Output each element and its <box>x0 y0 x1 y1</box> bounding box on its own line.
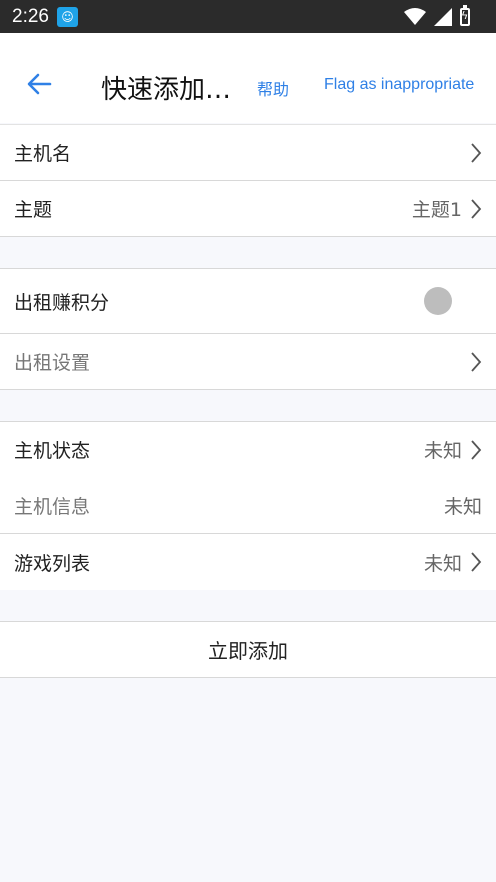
status-bar: 2:26 ☺ ϟ <box>0 0 496 33</box>
help-button[interactable]: 帮助 <box>257 76 289 100</box>
add-now-button[interactable]: 立即添加 <box>0 621 496 678</box>
page-title: 快速添加… <box>101 75 232 105</box>
flag-inappropriate-button[interactable]: Flag as inappropriate <box>324 76 474 94</box>
host-status-value: 未知 <box>423 440 462 462</box>
host-status-label: 主机状态 <box>14 440 91 462</box>
chevron-right-icon <box>471 351 482 372</box>
section-gap <box>0 590 496 621</box>
back-arrow-icon[interactable] <box>26 73 52 95</box>
app-notification-icon: ☺ <box>56 6 78 27</box>
game-list-value: 未知 <box>423 552 462 575</box>
game-list-row[interactable]: 游戏列表 未知 <box>0 534 496 590</box>
theme-value: 主题1 <box>411 199 462 221</box>
host-info-row: 主机信息 未知 <box>0 477 496 534</box>
section-gap <box>0 237 496 268</box>
theme-label: 主题 <box>14 199 53 221</box>
chevron-right-icon <box>471 198 482 219</box>
rent-settings-label: 出租设置 <box>14 352 91 374</box>
chevron-right-icon <box>471 439 482 460</box>
signal-icon <box>434 7 452 26</box>
wifi-icon <box>404 7 426 25</box>
status-icons: ϟ <box>404 4 484 26</box>
host-status-row[interactable]: 主机状态 未知 <box>0 421 496 477</box>
host-name-row[interactable]: 主机名 <box>0 124 496 181</box>
chevron-right-icon <box>471 142 482 163</box>
host-info-value: 未知 <box>443 495 482 518</box>
game-list-label: 游戏列表 <box>14 552 91 575</box>
host-info-label: 主机信息 <box>14 495 91 518</box>
rent-points-label: 出租赚积分 <box>14 291 110 314</box>
chevron-right-icon <box>471 552 482 572</box>
rent-points-toggle[interactable] <box>424 287 452 315</box>
theme-row[interactable]: 主题 主题1 <box>0 181 496 237</box>
status-time: 2:26 <box>12 5 49 27</box>
battery-icon: ϟ <box>460 4 470 26</box>
host-name-label: 主机名 <box>14 143 72 165</box>
section-gap <box>0 390 496 421</box>
rent-settings-row[interactable]: 出租设置 <box>0 334 496 390</box>
app-bar: 快速添加… 帮助 Flag as inappropriate <box>0 33 496 123</box>
rent-points-row: 出租赚积分 <box>0 268 496 334</box>
